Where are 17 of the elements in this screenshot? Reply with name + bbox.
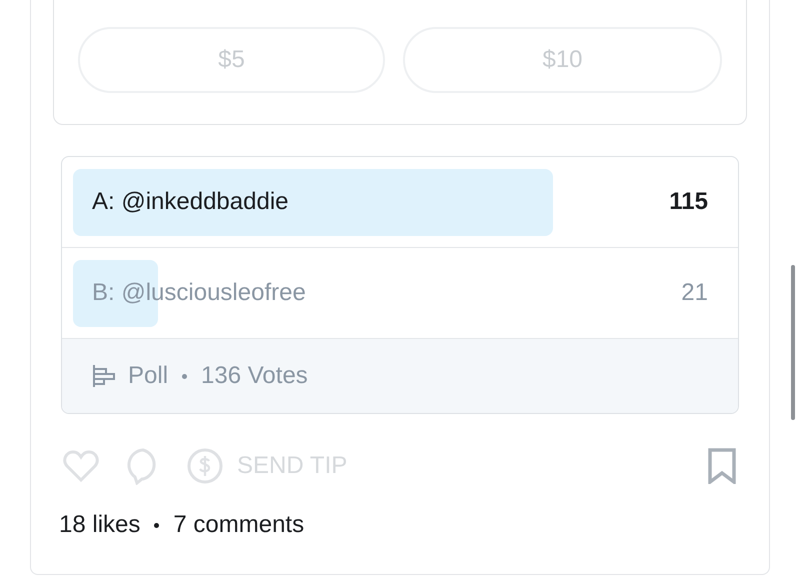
vote-total: 136 Votes: [201, 362, 308, 390]
comments-count[interactable]: 7 comments: [173, 511, 304, 539]
heart-icon[interactable]: [63, 449, 99, 483]
separator-dot: [154, 522, 160, 528]
separator-dot: [182, 374, 188, 378]
dollar-icon: [187, 448, 223, 484]
poll-option[interactable]: B: @lusciousleofree: [73, 260, 638, 326]
option-label: A: @inkeddbaddie: [91, 188, 288, 216]
poll-label: Poll: [128, 362, 168, 390]
poll-icon: [92, 364, 118, 388]
vote-count: 21: [680, 279, 708, 307]
bookmark-icon[interactable]: [707, 448, 737, 484]
likes-count[interactable]: 18 likes: [59, 511, 140, 539]
poll-option[interactable]: A: @inkeddbaddie: [73, 168, 638, 236]
option-label: B: @lusciousleofree: [91, 279, 306, 307]
vote-count: 115: [668, 188, 708, 216]
scrollbar[interactable]: [791, 265, 795, 420]
